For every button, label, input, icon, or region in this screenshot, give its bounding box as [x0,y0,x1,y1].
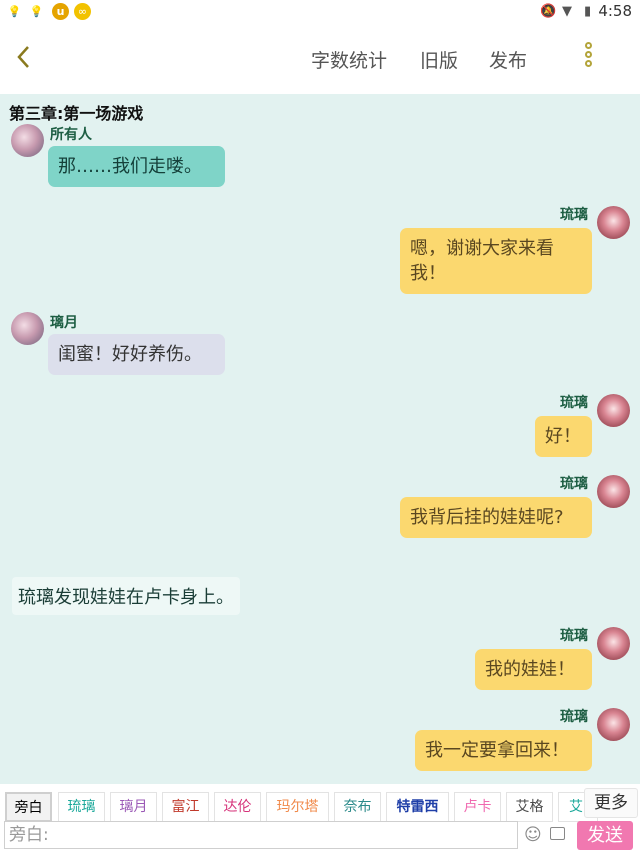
avatar[interactable] [11,124,44,157]
top-bar: 字数统计 旧版 发布 [0,24,640,94]
role-chip[interactable]: 卢卡 [454,792,501,822]
role-chip[interactable]: 璃月 [110,792,157,822]
avatar[interactable] [597,708,630,741]
role-chip[interactable]: 达伦 [214,792,261,822]
avatar[interactable] [11,312,44,345]
role-chip[interactable]: 富江 [162,792,209,822]
role-chip[interactable]: 艾格 [506,792,553,822]
speaker-name: 所有人 [50,127,92,143]
speaker-name: 琉璃 [560,207,588,223]
app-dots-icon: ∞ [74,3,91,20]
message-bubble[interactable]: 嗯，谢谢大家来看我！ [400,228,592,294]
publish-button[interactable]: 发布 [489,46,527,73]
message-bubble[interactable]: 好！ [535,416,592,457]
role-chip[interactable]: 特雷西 [386,792,449,822]
chapter-title: 第三章:第一场游戏 [9,104,144,123]
speaker-name: 琉璃 [560,476,588,492]
status-bar: 💡 💡 u ∞ 🔕 ▼ ▮ 4:58 [0,0,640,24]
input-row: 旁白: ☺ 发送 [0,820,640,852]
avatar[interactable] [597,394,630,427]
emoji-icon[interactable]: ☺ [524,825,542,845]
speaker-name: 琉璃 [560,628,588,644]
word-count-button[interactable]: 字数统计 [311,46,387,73]
role-chip[interactable]: 奈布 [334,792,381,822]
role-chip[interactable]: 琉璃 [58,792,105,822]
message-bubble[interactable]: 那……我们走喽。 [48,146,225,187]
more-roles-button[interactable]: 更多 [584,788,638,818]
speaker-name: 琉璃 [560,709,588,725]
back-chevron-icon[interactable] [14,44,42,74]
message-bubble[interactable]: 我的娃娃！ [475,649,592,690]
message-bubble[interactable]: 闺蜜！好好养伤。 [48,334,225,375]
speaker-name: 琉璃 [560,395,588,411]
role-chip[interactable]: 旁白 [5,792,52,822]
avatar[interactable] [597,206,630,239]
image-icon[interactable] [550,827,565,840]
lightbulb-icon: 💡 [7,5,22,18]
role-chip-bar[interactable]: 旁白 琉璃 璃月 富江 达伦 玛尔塔 奈布 特雷西 卢卡 艾格 艾 [0,790,640,824]
chat-area[interactable]: 第三章:第一场游戏 所有人 那……我们走喽。 琉璃 嗯，谢谢大家来看我！ 璃月 … [0,94,640,784]
status-time: 4:58 [598,2,632,20]
role-chip[interactable]: 玛尔塔 [266,792,329,822]
more-vert-icon[interactable] [582,42,594,72]
mute-icon: 🔕 [540,4,557,19]
avatar[interactable] [597,475,630,508]
battery-icon: ▮ [584,4,592,19]
message-input[interactable]: 旁白: [4,821,518,849]
app-u-icon: u [52,3,69,20]
send-button[interactable]: 发送 [577,821,633,850]
wifi-icon: ▼ [562,4,572,19]
lightbulb-icon: 💡 [29,5,44,18]
composer: 旁白 琉璃 璃月 富江 达伦 玛尔塔 奈布 特雷西 卢卡 艾格 艾 更多 旁白:… [0,784,640,853]
old-version-button[interactable]: 旧版 [420,46,458,73]
message-bubble[interactable]: 我背后挂的娃娃呢? [400,497,592,538]
avatar[interactable] [597,627,630,660]
speaker-name: 璃月 [50,315,78,331]
message-bubble[interactable]: 我一定要拿回来！ [415,730,592,771]
narration-text[interactable]: 琉璃发现娃娃在卢卡身上。 [12,577,240,615]
